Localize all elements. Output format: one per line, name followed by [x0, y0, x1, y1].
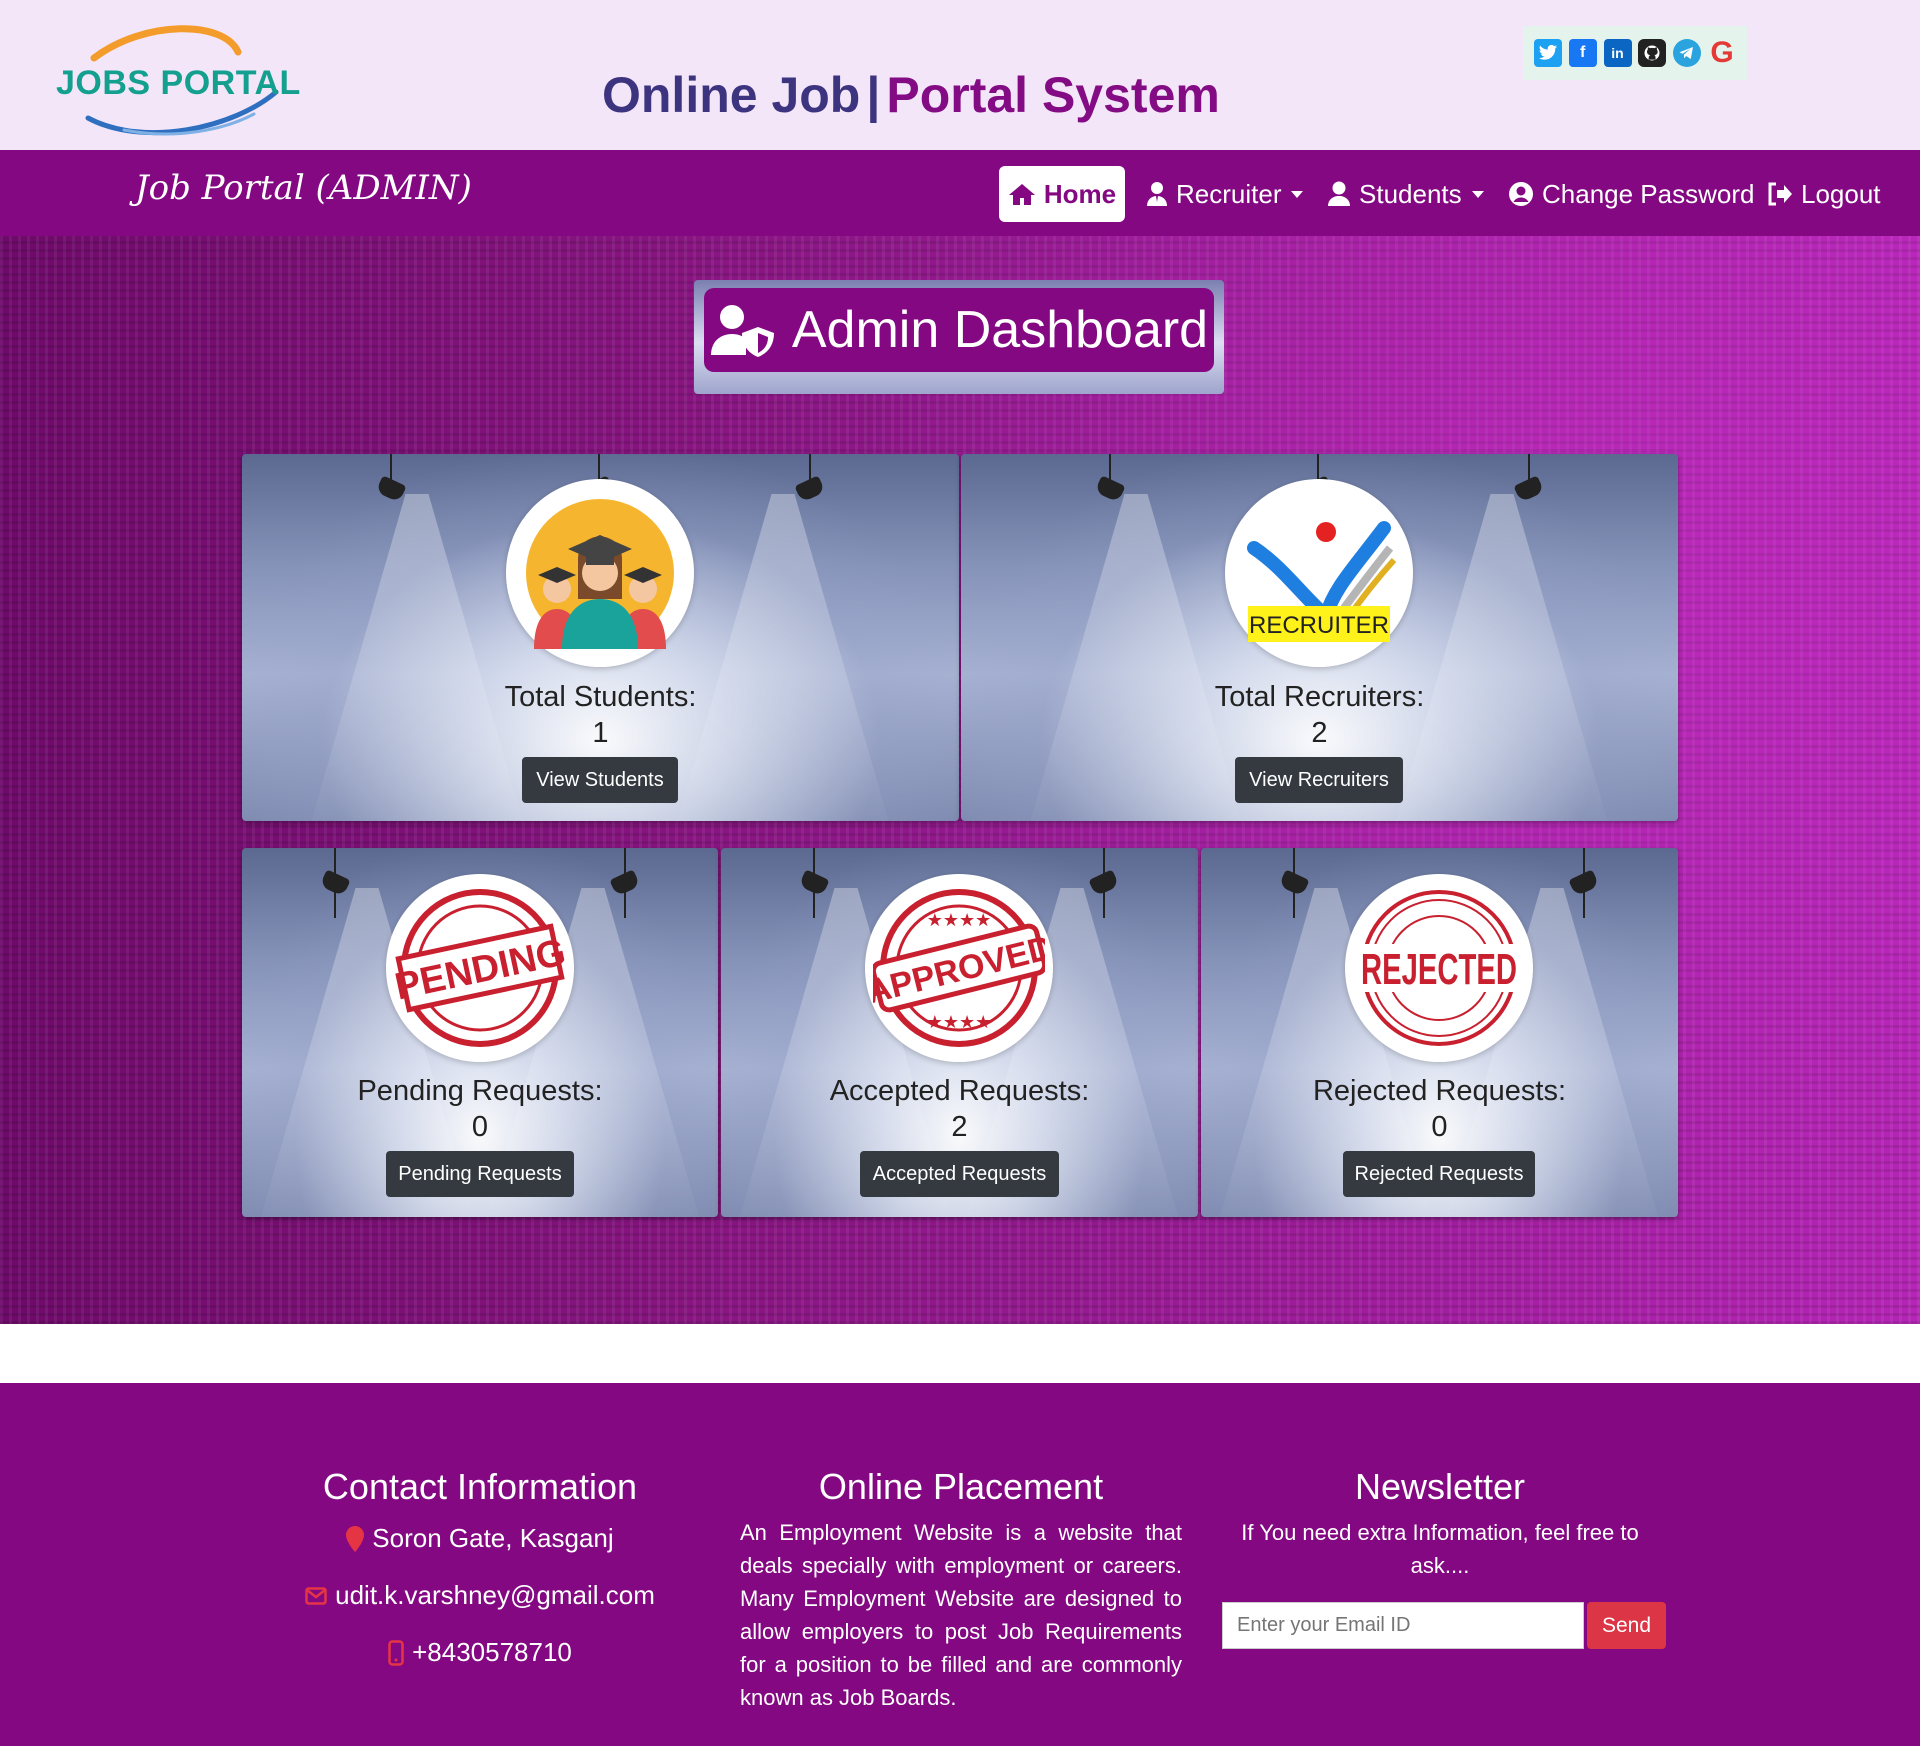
rejected-stamp-text: REJECTED — [1361, 945, 1517, 994]
contact-phone-text[interactable]: +8430578710 — [412, 1637, 572, 1668]
nav-change-password-label: Change Password — [1542, 178, 1755, 209]
telegram-icon[interactable] — [1673, 39, 1702, 67]
nav-home[interactable]: Home — [999, 166, 1125, 222]
contact-email-text[interactable]: udit.k.varshney@gmail.com — [335, 1580, 655, 1611]
social-links: f in G — [1523, 26, 1747, 80]
user-shield-icon — [710, 305, 774, 357]
rejected-stamp: REJECTED — [1345, 874, 1533, 1062]
jobs-portal-logo[interactable]: JOBS PORTAL — [54, 22, 300, 142]
spotlight-beam — [1021, 494, 1251, 821]
sign-out-icon — [1768, 182, 1792, 206]
approved-stamp: ★★★★ ★★★★ APPROVED — [865, 874, 1053, 1062]
facebook-icon[interactable]: f — [1568, 39, 1597, 67]
rejected-card: REJECTED Rejected Requests: 0 Rejected R… — [1201, 848, 1678, 1217]
newsletter-title: Newsletter — [1354, 1466, 1526, 1507]
rejected-requests-button[interactable]: Rejected Requests — [1343, 1151, 1535, 1197]
spotlight-lamp — [809, 454, 811, 484]
spotlight-lamp — [334, 848, 336, 918]
students-count: 1 — [592, 717, 609, 749]
contact-email: udit.k.varshney@gmail.com — [280, 1580, 680, 1611]
recruiter-image: RECRUITER — [1225, 479, 1413, 667]
chevron-down-icon — [1471, 190, 1484, 198]
recruiter-image-text: RECRUITER — [1249, 612, 1389, 639]
spotlight-lamp — [1103, 848, 1105, 918]
contact-phone: +8430578710 — [280, 1637, 680, 1668]
spotlight-lamp — [1528, 454, 1530, 484]
view-recruiters-button[interactable]: View Recruiters — [1235, 757, 1403, 803]
top-header: JOBS PORTAL Online Job | Portal System f i… — [0, 0, 1920, 150]
google-icon[interactable]: G — [1708, 36, 1736, 69]
mobile-icon — [388, 1639, 404, 1666]
main-navbar: Job Portal (ADMIN) Home Recruiter Studen… — [0, 150, 1920, 236]
card-label: Total Recruiters: — [1214, 681, 1425, 713]
contact-address-text: Soron Gate, Kasganj — [372, 1523, 614, 1553]
spotlight-beam — [1387, 494, 1617, 821]
chevron-down-icon — [1291, 190, 1304, 198]
spotlight-beam — [302, 494, 532, 821]
spotlight-lamp — [1109, 454, 1111, 484]
card-label: Rejected Requests: — [1312, 1075, 1567, 1107]
spotlight-lamp — [624, 848, 626, 918]
spotlight-lamp — [1583, 848, 1585, 918]
pending-count: 0 — [471, 1111, 489, 1143]
accepted-card: ★★★★ ★★★★ APPROVED Accepted Requests: 2 … — [721, 848, 1198, 1217]
spotlight-lamp — [390, 454, 392, 484]
nav-logout-label: Logout — [1801, 178, 1881, 209]
logo-text: JOBS PORTAL — [56, 64, 301, 102]
nav-recruiter-label: Recruiter — [1176, 178, 1282, 209]
site-title-part2: Portal System — [886, 67, 1220, 123]
nav-students-label: Students — [1359, 178, 1462, 209]
linkedin-icon[interactable]: in — [1603, 39, 1632, 67]
spotlight-lamp — [1293, 848, 1295, 918]
students-card: Total Students: 1 View Students — [242, 454, 959, 821]
contact-address: Soron Gate, Kasganj — [280, 1523, 680, 1554]
nav-logout[interactable]: Logout — [1767, 166, 1881, 222]
user-icon — [1328, 181, 1350, 206]
footer: Contact Information Soron Gate, Kasganj … — [0, 1383, 1920, 1746]
github-icon[interactable] — [1638, 39, 1667, 67]
svg-text:★★★★: ★★★★ — [927, 910, 992, 931]
home-icon — [1008, 184, 1035, 205]
rejected-count: 0 — [1431, 1111, 1448, 1143]
nav-recruiter-dropdown[interactable]: Recruiter — [1146, 166, 1304, 222]
view-students-button[interactable]: View Students — [522, 757, 678, 803]
placement-text: An Employment Website is a website that … — [740, 1520, 1182, 1710]
nav-home-label: Home — [1043, 178, 1117, 209]
spotlight-beam — [668, 494, 898, 821]
accepted-count: 2 — [951, 1111, 968, 1143]
dashboard-title-text: Admin Dashboard — [791, 301, 1209, 359]
user-circle-icon — [1509, 182, 1533, 206]
nav-students-dropdown[interactable]: Students — [1327, 166, 1484, 222]
site-title: Online Job | Portal System — [602, 66, 1220, 124]
dashboard-title-frame: Admin Dashboard — [694, 280, 1224, 394]
envelope-icon — [305, 1586, 327, 1605]
nav-change-password[interactable]: Change Password — [1508, 166, 1754, 222]
newsletter-text: If You need extra Information, feel free… — [1241, 1520, 1639, 1578]
site-title-part1: Online Job — [602, 67, 861, 123]
site-title-separator: | — [866, 67, 881, 123]
navbar-brand[interactable]: Job Portal (ADMIN) — [135, 168, 472, 208]
dashboard-title: Admin Dashboard — [704, 288, 1214, 372]
twitter-icon[interactable] — [1533, 39, 1562, 67]
pending-card: PENDING Pending Requests: 0 Pending Requ… — [242, 848, 718, 1217]
spotlight-lamp — [813, 848, 815, 918]
pending-stamp: PENDING — [386, 874, 574, 1062]
accepted-requests-button[interactable]: Accepted Requests — [860, 1151, 1059, 1197]
dashboard-main: Admin Dashboard Total Students: 1 View S… — [0, 236, 1920, 1324]
recruiters-count: 2 — [1311, 717, 1328, 749]
newsletter-email-input[interactable] — [1222, 1602, 1584, 1649]
user-tie-icon — [1147, 182, 1167, 206]
contact-title: Contact Information — [322, 1466, 638, 1507]
placement-title: Online Placement — [818, 1466, 1104, 1507]
svg-text:★★★★: ★★★★ — [927, 1012, 992, 1033]
pending-requests-button[interactable]: Pending Requests — [386, 1151, 574, 1197]
card-label: Pending Requests: — [357, 1075, 603, 1107]
card-label: Accepted Requests: — [829, 1075, 1090, 1107]
map-marker-icon — [346, 1525, 365, 1552]
graduates-image — [506, 479, 694, 667]
newsletter-send-button[interactable]: Send — [1587, 1602, 1666, 1649]
recruiters-card: RECRUITER Total Recruiters: 2 View Recru… — [961, 454, 1678, 821]
card-label: Total Students: — [504, 681, 697, 713]
